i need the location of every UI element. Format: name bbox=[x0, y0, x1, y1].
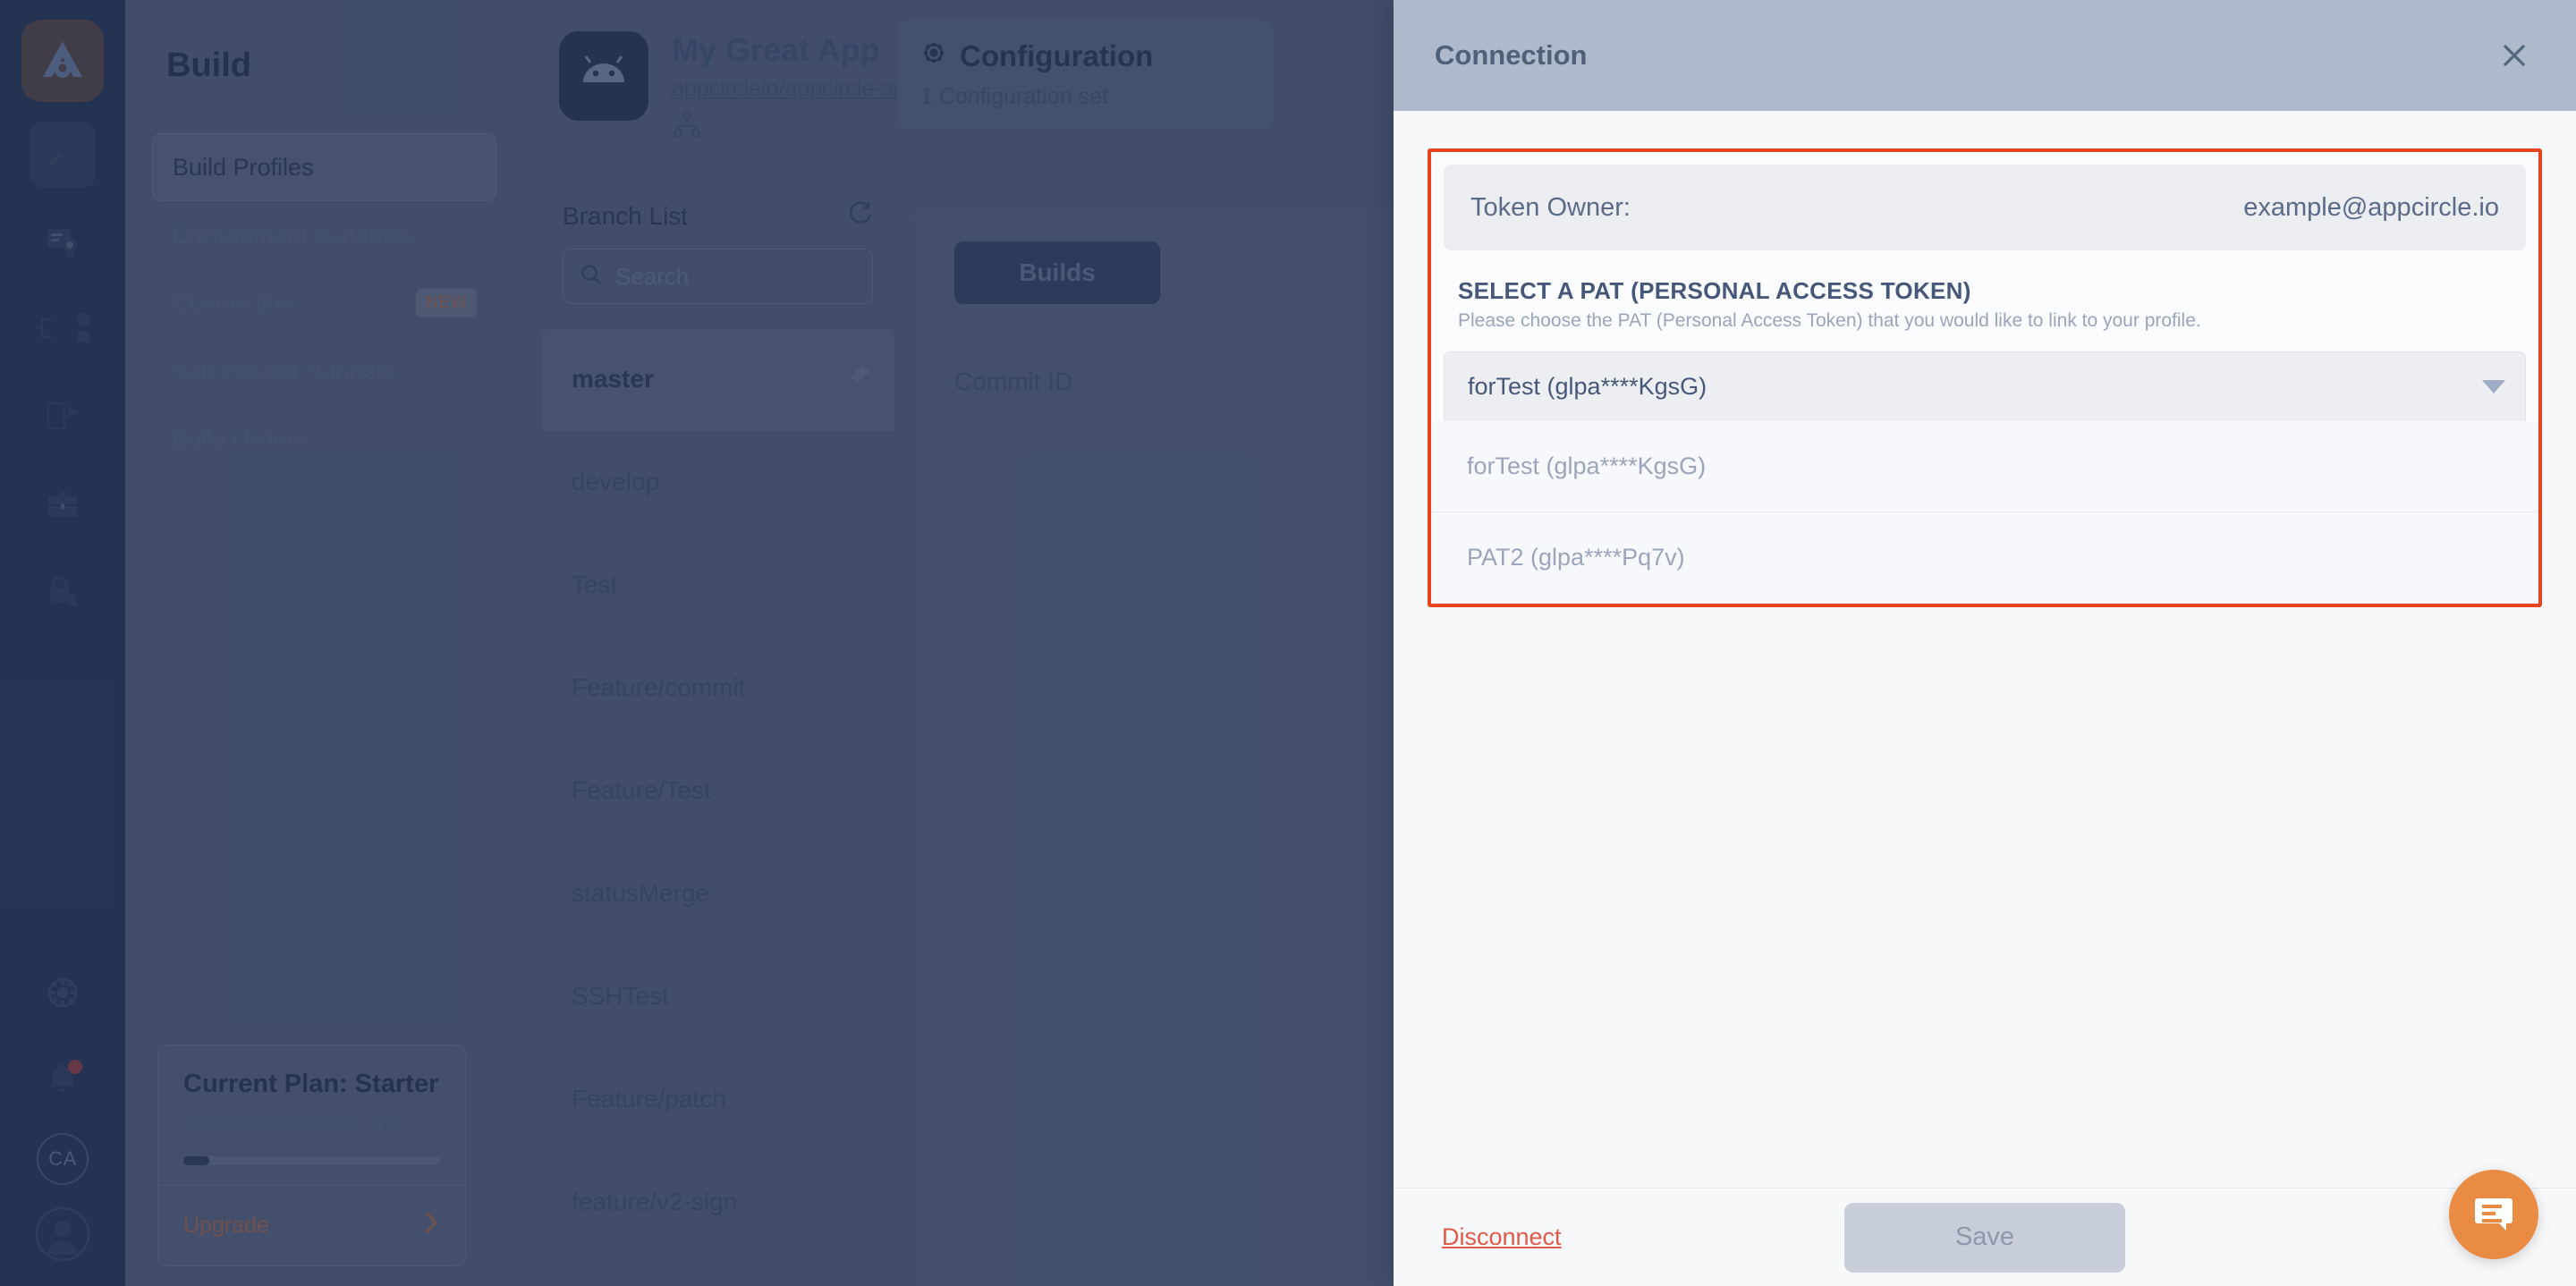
token-owner-row: Token Owner: example@appcircle.io bbox=[1444, 165, 2526, 250]
save-label: Save bbox=[1954, 1223, 2015, 1251]
pat-select[interactable]: forTest (glpa****KgsG) bbox=[1444, 351, 2526, 421]
connection-panel-title: Connection bbox=[1435, 39, 1588, 71]
pat-select-value: forTest (glpa****KgsG) bbox=[1468, 373, 1707, 400]
pat-section-description: Please choose the PAT (Personal Access T… bbox=[1458, 310, 2201, 331]
close-icon[interactable] bbox=[2490, 31, 2538, 80]
token-owner-label: Token Owner: bbox=[1470, 192, 1631, 222]
pat-option-list: forTest (glpa****KgsG) PAT2 (glpa****Pq7v… bbox=[1431, 421, 2538, 604]
save-button[interactable]: Save bbox=[1844, 1202, 2125, 1273]
pat-option-label: forTest (glpa****KgsG) bbox=[1467, 453, 1707, 479]
connection-panel: Connection Token Owner: example@appcircl… bbox=[1394, 0, 2576, 1286]
pat-option[interactable]: forTest (glpa****KgsG) bbox=[1431, 421, 2538, 512]
pat-highlight-region: Token Owner: example@appcircle.io SELECT… bbox=[1428, 148, 2542, 607]
token-owner-value: example@appcircle.io bbox=[2243, 192, 2499, 222]
connection-panel-footer: Disconnect Save bbox=[1394, 1188, 2576, 1286]
disconnect-button[interactable]: Disconnect bbox=[1442, 1223, 1562, 1251]
pat-option-label: PAT2 (glpa****Pq7v) bbox=[1467, 544, 1685, 571]
chevron-down-icon bbox=[2482, 380, 2505, 393]
connection-panel-header: Connection bbox=[1394, 0, 2576, 111]
chat-support-button[interactable] bbox=[2449, 1170, 2538, 1259]
pat-section-label: SELECT A PAT (PERSONAL ACCESS TOKEN) bbox=[1458, 277, 1971, 304]
pat-option[interactable]: PAT2 (glpa****Pq7v) bbox=[1431, 512, 2538, 604]
chat-bubble-icon bbox=[2470, 1189, 2517, 1240]
connection-panel-body: Token Owner: example@appcircle.io SELECT… bbox=[1394, 111, 2576, 1188]
